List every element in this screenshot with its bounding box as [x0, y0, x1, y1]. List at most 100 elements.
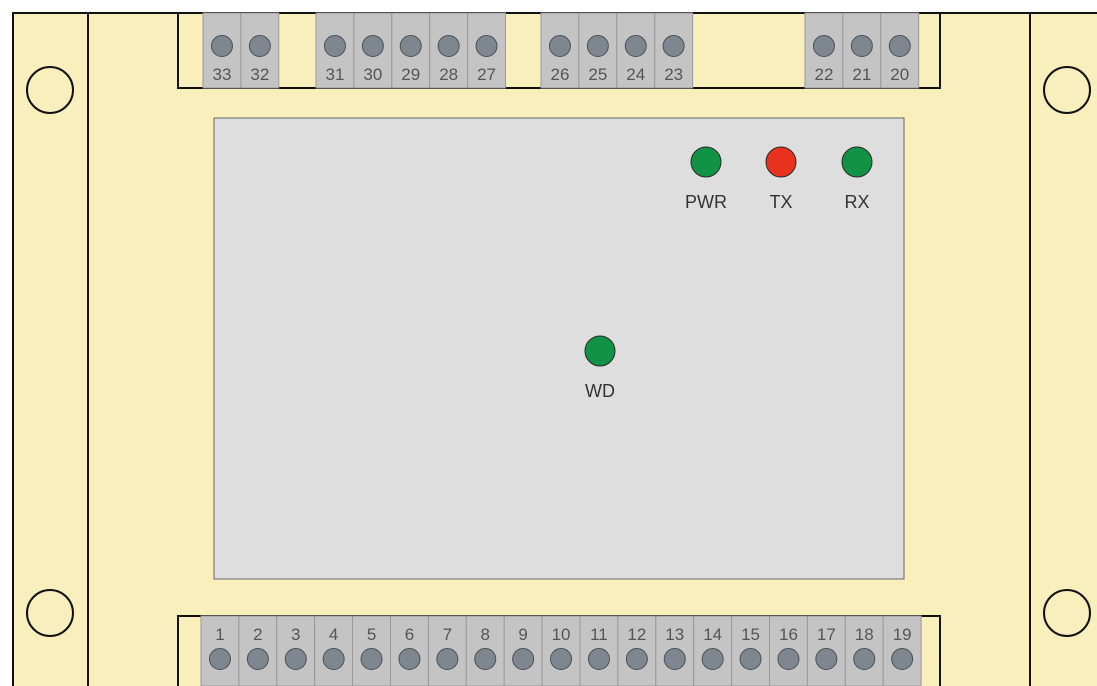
terminal-screw — [399, 35, 422, 57]
terminal-26: 26 — [540, 12, 580, 89]
terminal-label: 23 — [664, 65, 683, 84]
terminal-27: 27 — [467, 12, 507, 89]
led-indicator — [584, 335, 616, 367]
terminal-screw — [475, 35, 498, 57]
terminal-9: 9 — [503, 615, 543, 686]
terminal-24: 24 — [616, 12, 656, 89]
terminal-label: 16 — [779, 625, 798, 644]
terminal-13: 13 — [655, 615, 695, 686]
terminal-6: 6 — [390, 615, 429, 686]
terminal-screw — [398, 648, 421, 670]
terminal-screw — [208, 648, 231, 670]
led-indicator — [841, 146, 873, 178]
terminal-screw — [248, 35, 271, 57]
terminal-15: 15 — [731, 615, 770, 686]
terminal-label: 17 — [817, 625, 836, 644]
led-indicator — [765, 146, 797, 178]
terminal-label: 28 — [439, 65, 458, 84]
bottom-terminal-block: 1 2 3 4 5 6 7 8 9 10 11 12 13 14 15 16 17 18 19 — [200, 615, 922, 686]
terminal-28: 28 — [429, 12, 469, 89]
terminal-label: 7 — [443, 625, 452, 644]
terminal-screw — [437, 35, 460, 57]
terminal-screw — [812, 35, 835, 57]
terminal-screw — [322, 648, 345, 670]
terminal-10: 10 — [541, 615, 581, 686]
terminal-screw — [624, 35, 647, 57]
terminal-label: 26 — [550, 65, 569, 84]
terminal-21: 21 — [842, 12, 882, 89]
terminal-5: 5 — [352, 615, 392, 686]
terminal-17: 17 — [806, 615, 846, 686]
terminal-33: 33 — [202, 12, 242, 89]
terminal-screw — [586, 35, 609, 57]
terminal-screw — [548, 35, 571, 57]
terminal-screw — [739, 648, 762, 670]
terminal-screw — [550, 648, 573, 670]
terminal-20: 20 — [880, 12, 920, 89]
terminal-label: 30 — [363, 65, 382, 84]
led-label: RX — [844, 192, 869, 212]
led-label: TX — [769, 192, 792, 212]
terminal-3: 3 — [276, 615, 316, 686]
terminal-label: 32 — [250, 65, 269, 84]
terminal-label: 20 — [890, 65, 909, 84]
terminal-screw — [888, 35, 911, 57]
terminal-screw — [663, 648, 686, 670]
terminal-label: 1 — [215, 625, 224, 644]
terminal-22: 22 — [804, 12, 844, 89]
terminal-screw — [474, 648, 497, 670]
terminal-31: 31 — [315, 12, 355, 89]
terminal-25: 25 — [578, 12, 618, 89]
front-panel — [213, 117, 905, 580]
terminal-screw — [246, 648, 269, 670]
terminal-screw — [360, 648, 383, 670]
terminal-screw — [777, 648, 800, 670]
terminal-screw — [625, 648, 648, 670]
terminal-19: 19 — [882, 615, 922, 686]
terminal-label: 29 — [401, 65, 420, 84]
terminal-11: 11 — [579, 615, 619, 686]
terminal-label: 31 — [325, 65, 344, 84]
terminal-8: 8 — [465, 615, 505, 686]
led-label: PWR — [685, 192, 727, 212]
terminal-23: 23 — [654, 12, 694, 89]
terminal-label: 27 — [477, 65, 496, 84]
terminal-screw — [587, 648, 610, 670]
terminal-label: 2 — [253, 625, 262, 644]
terminal-label: 18 — [855, 625, 874, 644]
terminal-label: 14 — [703, 625, 722, 644]
terminal-18: 18 — [844, 615, 884, 686]
terminal-label: 3 — [291, 625, 300, 644]
terminal-screw — [361, 35, 384, 57]
terminal-label: 5 — [367, 625, 376, 644]
terminal-screw — [662, 35, 685, 57]
terminal-label: 22 — [814, 65, 833, 84]
terminal-1: 1 — [200, 615, 240, 686]
terminal-label: 33 — [212, 65, 231, 84]
terminal-29: 29 — [391, 12, 431, 89]
terminal-screw — [853, 648, 876, 670]
terminal-screw — [323, 35, 346, 57]
terminal-label: 9 — [518, 625, 527, 644]
terminal-label: 19 — [893, 625, 912, 644]
terminal-screw — [436, 648, 459, 670]
terminal-screw — [815, 648, 838, 670]
terminal-label: 13 — [665, 625, 684, 644]
terminal-label: 12 — [627, 625, 646, 644]
terminal-12: 12 — [617, 615, 657, 686]
terminal-label: 8 — [481, 625, 490, 644]
terminal-label: 25 — [588, 65, 607, 84]
terminal-screw — [284, 648, 307, 670]
terminal-16: 16 — [769, 615, 808, 686]
device-diagram: 33 32 31 30 29 28 27 26 25 24 23 22 21 20 1 2 3 4 5 6 7 8 9 10… — [0, 0, 1097, 686]
terminal-30: 30 — [353, 12, 393, 89]
device-svg: 33 32 31 30 29 28 27 26 25 24 23 22 21 20 1 2 3 4 5 6 7 8 9 10… — [12, 12, 1097, 686]
terminal-screw — [891, 648, 914, 670]
terminal-7: 7 — [427, 615, 467, 686]
terminal-label: 15 — [741, 625, 760, 644]
led-label: WD — [585, 381, 615, 401]
terminal-32: 32 — [240, 12, 280, 89]
terminal-label: 24 — [626, 65, 645, 84]
terminal-14: 14 — [693, 615, 733, 686]
terminal-screw — [210, 35, 233, 57]
